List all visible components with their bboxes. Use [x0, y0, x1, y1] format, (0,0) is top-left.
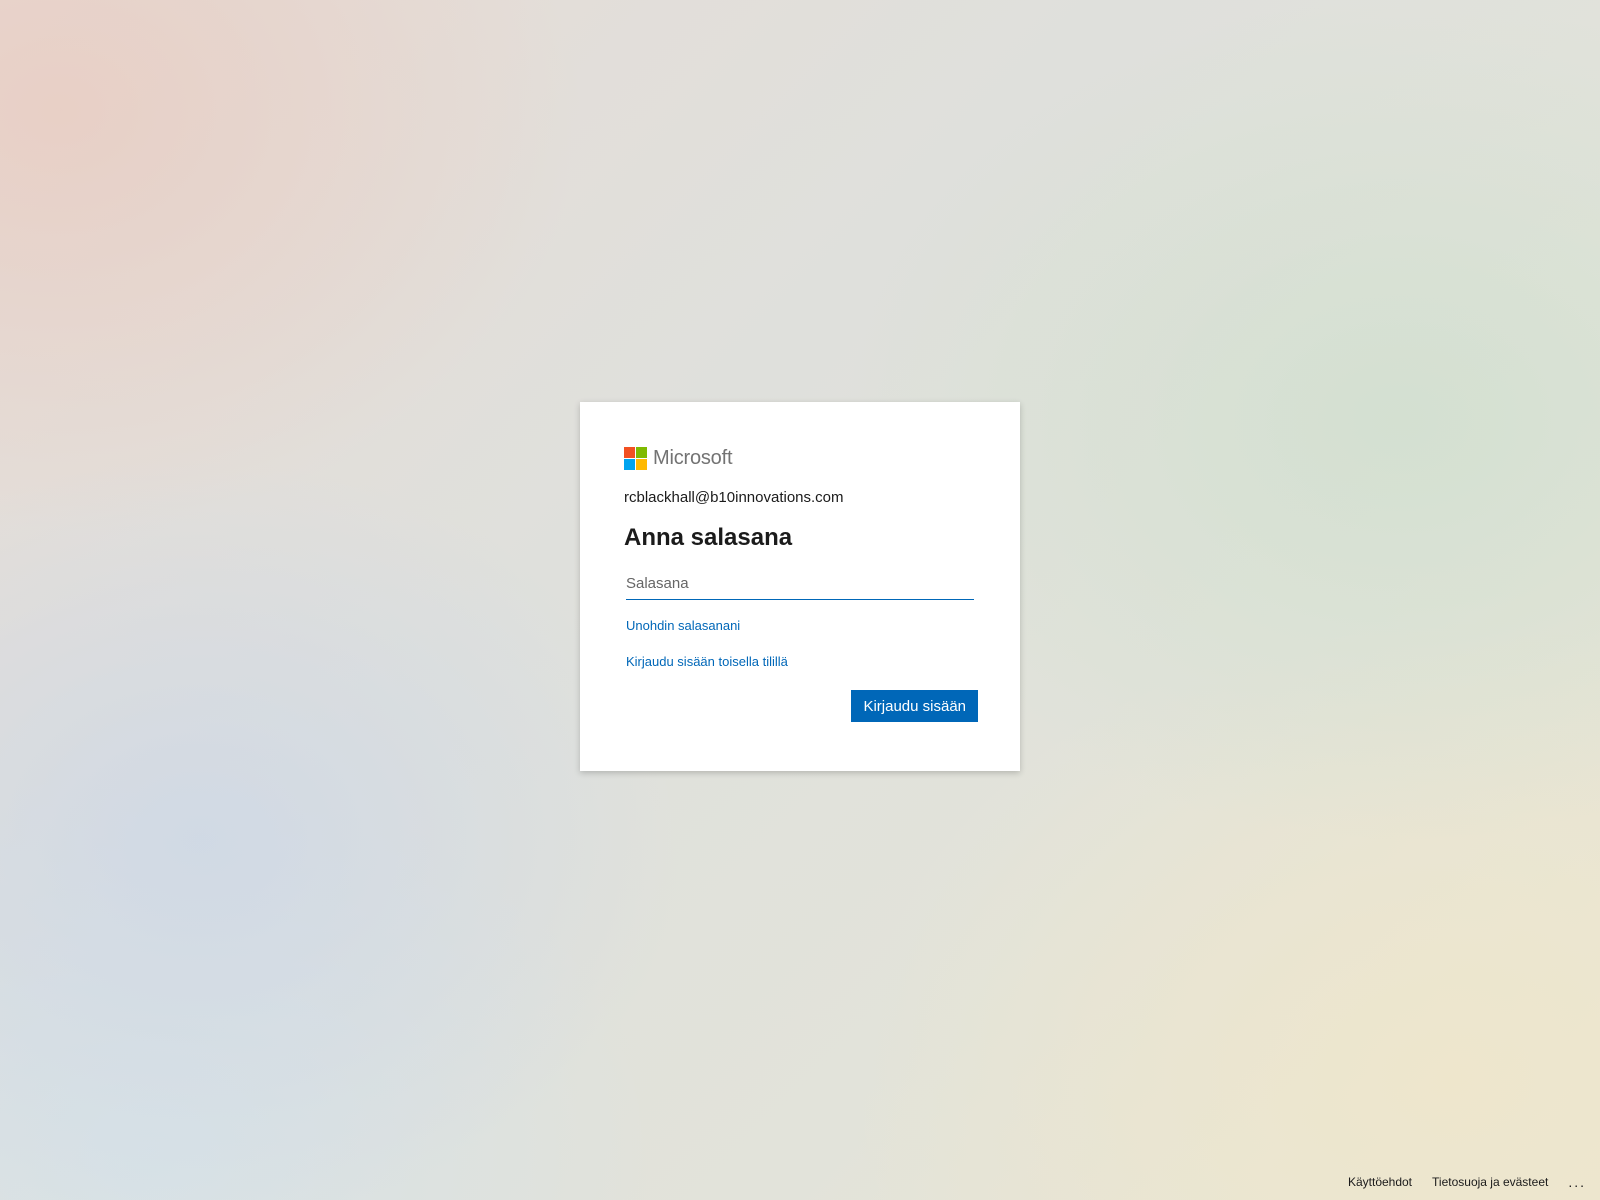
- microsoft-logo: Microsoft: [624, 446, 976, 470]
- password-input[interactable]: [626, 568, 974, 600]
- logo-square-yellow: [636, 458, 647, 470]
- page-background: { "brand": { "name": "Microsoft", "logo_…: [0, 0, 1600, 1200]
- signin-card: Microsoft rcblackhall@b10innovations.com…: [580, 402, 1020, 771]
- logo-square-green: [636, 446, 647, 458]
- account-identity: rcblackhall@b10innovations.com: [624, 489, 844, 506]
- logo-square-red: [624, 446, 635, 458]
- microsoft-logo-icon: [624, 446, 647, 470]
- terms-link[interactable]: Käyttöehdot: [1348, 1175, 1412, 1189]
- page-title: Anna salasana: [624, 524, 793, 551]
- forgot-password-link[interactable]: Unohdin salasanani: [626, 618, 976, 634]
- microsoft-logo-text: Microsoft: [653, 447, 733, 469]
- button-row: Kirjaudu sisään: [624, 690, 978, 722]
- signin-button[interactable]: Kirjaudu sisään: [851, 690, 978, 722]
- other-account-link[interactable]: Kirjaudu sisään toisella tilillä: [626, 654, 976, 670]
- footer: Käyttöehdot Tietosuoja ja evästeet ...: [1328, 1174, 1586, 1190]
- logo-square-blue: [624, 458, 635, 470]
- privacy-link[interactable]: Tietosuoja ja evästeet: [1432, 1175, 1548, 1189]
- more-options-icon[interactable]: ...: [1568, 1174, 1586, 1190]
